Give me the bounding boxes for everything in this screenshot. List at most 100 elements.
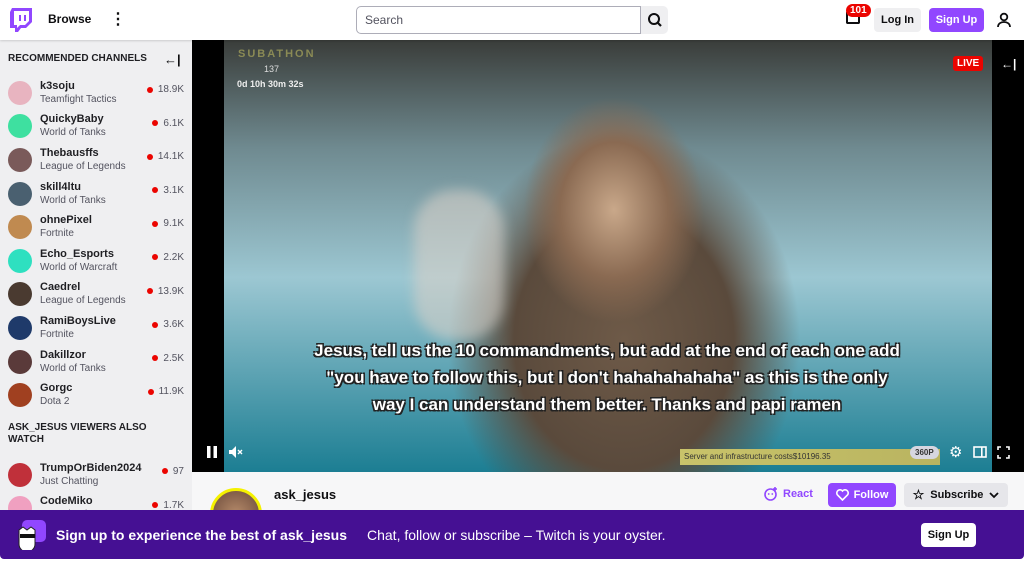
channel-info-bar: ask_jesus React Follow ☆ Subscribe	[192, 472, 1024, 540]
channel-category: Just Chatting	[40, 475, 99, 487]
login-button[interactable]: Log In	[874, 8, 921, 32]
mute-icon[interactable]	[229, 446, 243, 458]
banner-headline: Sign up to experience the best of ask_je…	[56, 527, 347, 543]
live-dot-icon	[146, 288, 153, 295]
react-button[interactable]: React	[764, 487, 813, 501]
sidebar-channel-item[interactable]: Thebausffs League of Legends 14.1K	[0, 143, 192, 177]
collapse-sidebar-icon[interactable]: ←|	[164, 52, 181, 67]
browse-link[interactable]: Browse	[48, 12, 91, 26]
video-player[interactable]: SUBATHON 137 0d 10h 30m 32s LIVE ←| Jesu…	[192, 40, 1024, 472]
theatre-mode-icon[interactable]	[973, 446, 987, 458]
viewer-count-value: 13.9K	[157, 285, 184, 297]
subathon-label: SUBATHON	[238, 48, 316, 60]
channel-avatar	[8, 215, 32, 240]
viewer-count: 2.2K	[152, 252, 184, 263]
sidebar-channel-item[interactable]: Echo_Esports World of Warcraft 2.2K	[0, 244, 192, 278]
sidebar-channel-item[interactable]: Dakillzor World of Tanks 2.5K	[0, 345, 192, 379]
channel-avatar	[8, 147, 32, 172]
viewer-count-value: 2.5K	[163, 352, 184, 364]
channel-category: Teamfight Tactics	[40, 93, 117, 105]
follow-button[interactable]: Follow	[828, 483, 896, 507]
channel-avatar	[8, 248, 32, 273]
live-dot-icon	[152, 187, 159, 194]
live-dot-icon	[146, 153, 153, 160]
channel-name: k3soju	[40, 79, 75, 92]
subscribe-button[interactable]: ☆ Subscribe	[904, 483, 1008, 507]
sidebar-channel-item[interactable]: Gorgc Dota 2 11.9K	[0, 378, 192, 412]
sidebar-channel-item[interactable]: QuickyBaby World of Tanks 6.1K	[0, 110, 192, 144]
viewer-count: 14.1K	[146, 151, 184, 162]
channel-avatar	[8, 181, 32, 206]
channel-name: skill4ltu	[40, 180, 81, 193]
channel-name: Thebausffs	[40, 146, 99, 159]
viewer-count-value: 6.1K	[163, 117, 184, 129]
viewer-count-value: 11.9K	[158, 386, 184, 398]
sidebar: Recommended Channels ←| k3soju Teamfight …	[0, 40, 192, 510]
channel-name: QuickyBaby	[40, 113, 104, 126]
expand-chat-icon[interactable]: ←|	[1001, 57, 1016, 71]
viewer-count-value: 97	[172, 465, 184, 477]
live-badge: LIVE	[953, 56, 984, 71]
viewer-count: 6.1K	[152, 118, 184, 129]
sidebar-channel-item[interactable]: TrumpOrBiden2024 Just Chatting 97	[0, 458, 192, 492]
viewer-count-value: 3.1K	[163, 184, 184, 196]
channel-category: World of Tanks	[40, 127, 106, 139]
channel-avatar	[8, 349, 32, 374]
channel-name[interactable]: ask_jesus	[274, 487, 336, 502]
search-button[interactable]	[641, 6, 668, 34]
user-icon[interactable]	[996, 12, 1012, 28]
live-dot-icon	[152, 502, 159, 509]
twitch-logo-icon[interactable]	[10, 8, 32, 32]
sidebar-channel-item[interactable]: CodeMikoJust Chatting1.7K	[0, 492, 192, 510]
pause-icon[interactable]	[206, 446, 218, 458]
heart-icon	[835, 489, 849, 501]
viewer-count: 1.7K	[152, 500, 184, 510]
viewer-count: 3.6K	[152, 319, 184, 330]
sidebar-channel-item[interactable]: skill4ltu World of Tanks 3.1K	[0, 177, 192, 211]
channel-avatar	[8, 496, 32, 510]
channel-name: CodeMiko	[40, 495, 93, 508]
viewer-count: 2.5K	[152, 353, 184, 364]
fullscreen-icon[interactable]	[997, 446, 1010, 459]
channel-avatar	[8, 80, 32, 105]
signup-button[interactable]: Sign Up	[929, 8, 984, 32]
cost-overlay: Server and infrastructure costs$10196.35	[680, 449, 940, 465]
live-dot-icon	[152, 355, 159, 362]
channel-avatar	[8, 114, 32, 139]
channel-category: League of Legends	[40, 160, 126, 172]
sidebar-channel-item[interactable]: ohnePixel Fortnite 9.1K	[0, 210, 192, 244]
more-options-icon[interactable]: ⋮	[110, 10, 126, 30]
channel-category: League of Legends	[40, 295, 126, 307]
channel-avatar	[8, 383, 32, 408]
viewer-count: 97	[161, 465, 184, 477]
emoji-add-icon	[764, 487, 777, 501]
sidebar-channel-item[interactable]: Caedrel League of Legends 13.9K	[0, 278, 192, 312]
banner-signup-button[interactable]: Sign Up	[921, 523, 976, 547]
notification-badge: 101	[846, 4, 871, 17]
viewer-count: 11.9K	[147, 386, 184, 398]
channel-name: Dakillzor	[40, 348, 86, 361]
video-caption: Jesus, tell us the 10 commandments, but …	[314, 341, 900, 414]
subathon-timer: 0d 10h 30m 32s	[237, 79, 304, 89]
search-input[interactable]: Search	[356, 6, 641, 34]
viewer-count-value: 2.2K	[163, 251, 184, 263]
recommended-channels-list: k3soju Teamfight Tactics 18.9K QuickyBaby Wo…	[0, 76, 192, 412]
settings-gear-icon[interactable]: ⚙	[949, 443, 962, 461]
viewer-count-value: 18.9K	[157, 84, 184, 95]
video-content	[414, 190, 504, 340]
banner-subtext: Chat, follow or subscribe – Twitch is yo…	[367, 527, 666, 543]
channel-avatar	[8, 315, 32, 340]
star-icon: ☆	[912, 487, 925, 502]
channel-name: Caedrel	[40, 281, 81, 294]
channel-category: Fortnite	[40, 228, 74, 240]
viewer-count-value: 1.7K	[163, 499, 184, 510]
channel-avatar	[8, 282, 32, 307]
live-dot-icon	[147, 388, 154, 395]
subathon-count: 137	[264, 64, 280, 74]
sidebar-channel-item[interactable]: RamiBoysLive Fortnite 3.6K	[0, 311, 192, 345]
live-dot-icon	[146, 86, 153, 93]
react-label: React	[783, 488, 813, 500]
sidebar-channel-item[interactable]: k3soju Teamfight Tactics 18.9K	[0, 76, 192, 110]
glitch-mascot-icon	[18, 520, 46, 550]
search-icon	[647, 13, 662, 27]
